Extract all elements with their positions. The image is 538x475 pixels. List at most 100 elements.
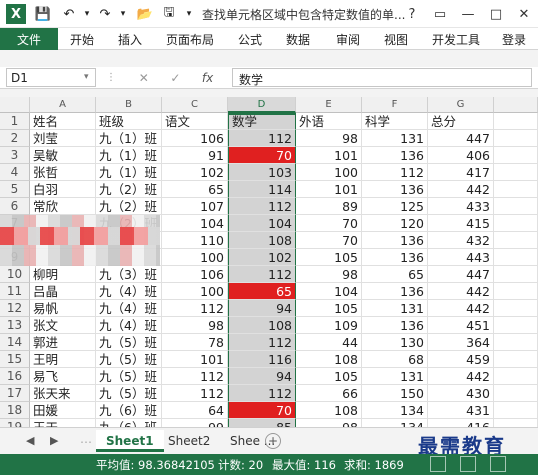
cell-d10[interactable]: 112 <box>228 266 296 283</box>
cell-g10[interactable]: 447 <box>428 266 494 283</box>
cell-f12[interactable]: 131 <box>362 300 428 317</box>
column-header-b[interactable]: B <box>96 97 162 113</box>
tab-home[interactable]: 开始 <box>70 31 94 48</box>
cell-g19[interactable]: 416 <box>428 419 494 427</box>
cell-f13[interactable]: 136 <box>362 317 428 334</box>
cell-f9[interactable]: 136 <box>362 249 428 266</box>
cell-f18[interactable]: 134 <box>362 402 428 419</box>
undo-icon[interactable]: ↶ <box>60 5 78 23</box>
row-header[interactable]: 18 <box>0 402 30 419</box>
cell-b4[interactable]: 九（1）班 <box>96 164 162 181</box>
enter-icon[interactable]: ✓ <box>170 71 180 85</box>
sheet-tab-sheet1[interactable]: Sheet1 <box>96 430 164 452</box>
cell-b12[interactable]: 九（4）班 <box>96 300 162 317</box>
save-icon[interactable]: 💾 <box>34 5 52 23</box>
tab-view[interactable]: 视图 <box>384 31 408 48</box>
cell-f17[interactable]: 150 <box>362 385 428 402</box>
cell-g17[interactable]: 430 <box>428 385 494 402</box>
cell-d1[interactable]: 数学 <box>228 113 296 130</box>
cell-empty[interactable] <box>494 249 538 266</box>
cell-a3[interactable]: 吴敏 <box>30 147 96 164</box>
tab-data[interactable]: 数据 <box>286 31 310 48</box>
cell-a4[interactable]: 张哲 <box>30 164 96 181</box>
cell-g14[interactable]: 364 <box>428 334 494 351</box>
cell-c17[interactable]: 112 <box>162 385 228 402</box>
cell-e16[interactable]: 105 <box>296 368 362 385</box>
ribbon-display-button[interactable]: ▭ <box>428 4 452 24</box>
row-header[interactable]: 4 <box>0 164 30 181</box>
cell-d17[interactable]: 112 <box>228 385 296 402</box>
row-header[interactable]: 1 <box>0 113 30 130</box>
cell-c2[interactable]: 106 <box>162 130 228 147</box>
cell-a11[interactable]: 吕晶 <box>30 283 96 300</box>
cell-c4[interactable]: 102 <box>162 164 228 181</box>
cell-g7[interactable]: 415 <box>428 215 494 232</box>
cell-a1[interactable]: 姓名 <box>30 113 96 130</box>
cell-d16[interactable]: 94 <box>228 368 296 385</box>
cell-a18[interactable]: 田媛 <box>30 402 96 419</box>
cell-f3[interactable]: 136 <box>362 147 428 164</box>
cell-f6[interactable]: 125 <box>362 198 428 215</box>
cell-a16[interactable]: 易飞 <box>30 368 96 385</box>
cell-a2[interactable]: 刘莹 <box>30 130 96 147</box>
cell-d4[interactable]: 103 <box>228 164 296 181</box>
row-header[interactable]: 15 <box>0 351 30 368</box>
cell-e8[interactable]: 70 <box>296 232 362 249</box>
tab-insert[interactable]: 插入 <box>118 31 142 48</box>
cell-d7[interactable]: 104 <box>228 215 296 232</box>
cell-empty[interactable] <box>494 300 538 317</box>
cell-c13[interactable]: 98 <box>162 317 228 334</box>
cell-empty[interactable] <box>494 266 538 283</box>
cell-g13[interactable]: 451 <box>428 317 494 334</box>
select-all-corner[interactable] <box>0 97 30 113</box>
cell-g18[interactable]: 431 <box>428 402 494 419</box>
cell-e5[interactable]: 101 <box>296 181 362 198</box>
cell-d12[interactable]: 94 <box>228 300 296 317</box>
cell-b6[interactable]: 九（2）班 <box>96 198 162 215</box>
cell-e4[interactable]: 100 <box>296 164 362 181</box>
cell-empty[interactable] <box>494 130 538 147</box>
row-header[interactable]: 17 <box>0 385 30 402</box>
tab-review[interactable]: 审阅 <box>336 31 360 48</box>
cell-b13[interactable]: 九（4）班 <box>96 317 162 334</box>
cell-b14[interactable]: 九（5）班 <box>96 334 162 351</box>
cell-empty[interactable] <box>494 334 538 351</box>
cell-f10[interactable]: 65 <box>362 266 428 283</box>
row-header[interactable]: 12 <box>0 300 30 317</box>
cell-e17[interactable]: 66 <box>296 385 362 402</box>
cell-c10[interactable]: 106 <box>162 266 228 283</box>
cell-b15[interactable]: 九（5）班 <box>96 351 162 368</box>
cell-empty[interactable] <box>494 419 538 427</box>
cell-c5[interactable]: 65 <box>162 181 228 198</box>
cell-c16[interactable]: 112 <box>162 368 228 385</box>
cell-e18[interactable]: 108 <box>296 402 362 419</box>
cell-a13[interactable]: 张文 <box>30 317 96 334</box>
cell-d5[interactable]: 114 <box>228 181 296 198</box>
row-header[interactable]: 5 <box>0 181 30 198</box>
undo-dropdown-icon[interactable]: ▾ <box>78 5 96 23</box>
close-button[interactable]: ✕ <box>512 4 536 24</box>
tab-page-layout[interactable]: 页面布局 <box>166 31 214 48</box>
cell-g3[interactable]: 406 <box>428 147 494 164</box>
cell-f16[interactable]: 131 <box>362 368 428 385</box>
tab-developer[interactable]: 开发工具 <box>432 31 480 48</box>
cell-f11[interactable]: 136 <box>362 283 428 300</box>
name-box[interactable]: D1 <box>6 68 96 87</box>
cell-d15[interactable]: 116 <box>228 351 296 368</box>
cell-b10[interactable]: 九（3）班 <box>96 266 162 283</box>
tab-file[interactable]: 文件 <box>0 28 58 50</box>
cell-a12[interactable]: 易帆 <box>30 300 96 317</box>
resize-handle-icon[interactable]: ⋮ <box>106 69 116 87</box>
cell-empty[interactable] <box>494 215 538 232</box>
cell-f7[interactable]: 120 <box>362 215 428 232</box>
column-header-g[interactable]: G <box>428 97 494 113</box>
row-header[interactable]: 3 <box>0 147 30 164</box>
cell-f15[interactable]: 68 <box>362 351 428 368</box>
cell-d8[interactable]: 108 <box>228 232 296 249</box>
cell-e12[interactable]: 105 <box>296 300 362 317</box>
next-sheet-icon[interactable]: ▶ <box>50 434 58 447</box>
cell-f19[interactable]: 134 <box>362 419 428 427</box>
cell-empty[interactable] <box>494 317 538 334</box>
cell-b1[interactable]: 班级 <box>96 113 162 130</box>
column-header-c[interactable]: C <box>162 97 228 113</box>
